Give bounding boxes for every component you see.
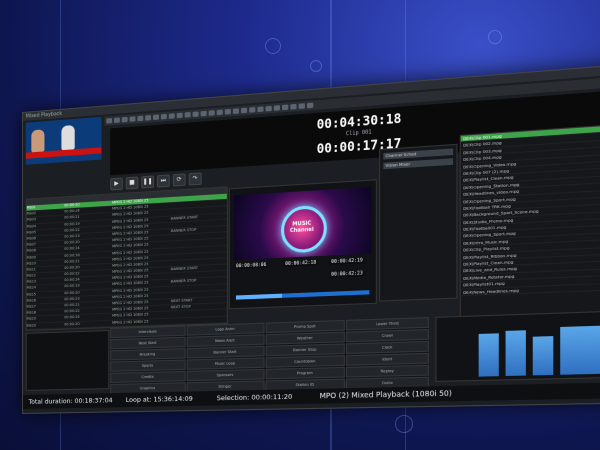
action-button[interactable]: Sponsors <box>186 369 264 381</box>
file-list: DEX\Clip 001.mpg DEX\Clip 002.mpg DEX\Clip… <box>460 122 600 322</box>
progress-fill <box>236 294 282 300</box>
side-panel: Channel Sched Vision Mixer <box>379 144 458 302</box>
toolbar-icon[interactable] <box>106 118 112 124</box>
action-button[interactable]: Credits <box>110 371 185 383</box>
toolbar-icon[interactable] <box>145 115 151 121</box>
player-panel: MUSIC Channel 00:00:08:06 00:00:42:18 00… <box>229 179 377 309</box>
cell-name: MS21 <box>27 328 65 331</box>
app-window: Mixed Playback 00:04:30:18 Clip 001 00:0… <box>22 61 600 414</box>
total-duration: Total duration: 00:18:37:04 <box>29 396 113 406</box>
loop-button[interactable]: ⟳ <box>173 173 186 186</box>
in-timecode: 00:00:08:06 <box>234 263 269 270</box>
log-panel <box>26 330 109 391</box>
timecode-c: 00:00:42:23 <box>329 271 365 278</box>
toolbar-icon[interactable] <box>137 116 143 122</box>
action-button[interactable]: Ident <box>346 353 429 366</box>
level-meter <box>506 330 526 376</box>
action-button[interactable]: Program <box>265 367 345 380</box>
level-meter <box>533 336 554 375</box>
action-button[interactable]: Music Loop <box>186 357 264 369</box>
timecode-b: 00:00:42:19 <box>329 258 365 265</box>
side-panel-item[interactable]: Channel Sched <box>383 148 453 159</box>
toolbar-icon[interactable] <box>161 114 167 120</box>
action-button[interactable]: Breaking <box>110 348 185 360</box>
level-meter <box>560 325 600 375</box>
anchor-figure <box>31 129 44 152</box>
skip-button[interactable]: ↷ <box>189 172 202 185</box>
action-button[interactable]: Countdown <box>265 355 345 368</box>
toolbar-icon[interactable] <box>266 106 272 112</box>
toolbar-icon[interactable] <box>130 116 136 122</box>
video-monitor[interactable]: MUSIC Channel <box>234 187 372 260</box>
toolbar-icon[interactable] <box>122 117 128 123</box>
toolbar-icon[interactable] <box>153 114 159 120</box>
level-meter <box>479 333 499 376</box>
toolbar-icon[interactable] <box>241 108 247 114</box>
side-panel-item[interactable]: Vision Mixer <box>383 158 453 169</box>
play-button[interactable]: ▶ <box>110 177 123 190</box>
toolbar-icon[interactable] <box>169 113 175 119</box>
toolbar-icon[interactable] <box>177 113 183 119</box>
playback-mode: MPO (2) Mixed Playback (1080i 50) <box>320 389 452 400</box>
pause-button[interactable]: ❚❚ <box>141 175 154 188</box>
progress-slider[interactable] <box>236 290 369 300</box>
action-buttons: Interviews Logo Anim Promo Spot Lower Third… <box>110 317 429 387</box>
toolbar-icon[interactable] <box>290 104 296 110</box>
program-preview[interactable] <box>26 117 102 165</box>
loop-at: Loop at: 15:36:14:09 <box>126 395 193 405</box>
toolbar-icon[interactable] <box>299 103 305 109</box>
selection-duration: Selection: 00:00:11:20 <box>217 392 293 402</box>
audio-meters <box>435 310 600 382</box>
timecode-a: 00:00:42:18 <box>283 260 318 267</box>
toolbar-icon[interactable] <box>209 110 215 116</box>
toolbar-icon[interactable] <box>307 103 313 109</box>
action-button[interactable]: Clock <box>346 341 429 354</box>
action-button[interactable]: Sports <box>110 360 185 372</box>
action-button[interactable]: Banner Start <box>186 346 264 359</box>
action-button[interactable]: Replay <box>346 365 429 378</box>
toolbar-icon[interactable] <box>282 104 288 110</box>
toolbar-icon[interactable] <box>193 111 199 117</box>
stop-button[interactable]: ■ <box>126 176 139 189</box>
playlist-table: MS01 00:00:20 MPEG 2 HD 1080i 25 MS02 00:00:… <box>26 186 228 331</box>
toolbar-icon[interactable] <box>274 105 280 111</box>
toolbar-icon[interactable] <box>114 117 120 123</box>
toolbar-icon[interactable] <box>217 110 223 116</box>
toolbar-icon[interactable] <box>201 111 207 117</box>
anchor-figure <box>61 125 74 150</box>
toolbar-icon[interactable] <box>225 109 231 115</box>
toolbar-icon[interactable] <box>185 112 191 118</box>
action-button[interactable]: Banner Stop <box>265 343 345 356</box>
next-button[interactable]: ⏭ <box>157 174 170 187</box>
toolbar-icon[interactable] <box>233 108 239 114</box>
toolbar-icon[interactable] <box>249 107 255 113</box>
toolbar-icon[interactable] <box>257 106 263 112</box>
